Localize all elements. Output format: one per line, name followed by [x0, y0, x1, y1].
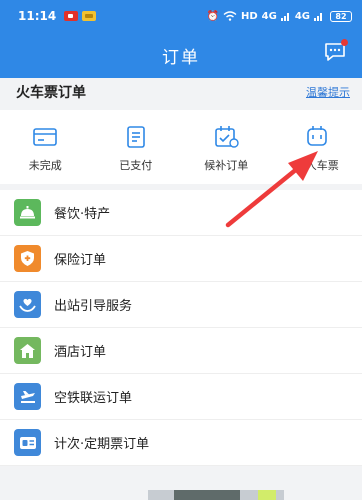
- status-bar: 11:14 ⏰ HD 4G 4G 82: [0, 0, 362, 32]
- status-time: 11:14: [18, 9, 57, 23]
- list-item-label: 计次·定期票订单: [54, 437, 150, 452]
- service-list: 餐饮·特产 保险订单 出站引导服务 酒店订单 空铁联运订单 计次·定期票订单: [0, 190, 362, 466]
- list-item-air-rail[interactable]: 空铁联运订单: [0, 374, 362, 420]
- alarm-icon: ⏰: [206, 10, 219, 22]
- list-item-hotel[interactable]: 酒店订单: [0, 328, 362, 374]
- shield-icon: [14, 245, 41, 272]
- train-ticket-icon: [306, 126, 327, 146]
- list-item-insurance[interactable]: 保险订单: [0, 236, 362, 282]
- signal2-label: 4G: [294, 10, 310, 22]
- status-item-unfinished[interactable]: 未完成: [0, 110, 91, 184]
- list-item-label: 出站引导服务: [54, 299, 133, 314]
- receipt-icon: [126, 126, 145, 148]
- status-item-waitlist[interactable]: 候补订单: [181, 110, 272, 184]
- list-item-exit-guide[interactable]: 出站引导服务: [0, 282, 362, 328]
- video-notification-icon: [64, 11, 79, 21]
- list-item-label: 保险订单: [54, 253, 107, 268]
- battery-level: 82: [335, 11, 347, 21]
- unread-dot: [341, 39, 348, 46]
- page-title: 订单: [162, 47, 200, 68]
- list-item-pass-orders[interactable]: 计次·定期票订单: [0, 420, 362, 466]
- message-button[interactable]: [324, 39, 348, 62]
- battery-icon: 82: [330, 10, 352, 22]
- list-item-label: 酒店订单: [54, 345, 107, 360]
- list-item-label: 餐饮·特产: [54, 207, 111, 222]
- list-item-catering[interactable]: 餐饮·特产: [0, 190, 362, 236]
- hotel-icon: [14, 337, 41, 364]
- hd-label: HD: [240, 10, 258, 22]
- food-bell-icon: [14, 199, 41, 226]
- heart-hands-icon: [14, 291, 41, 318]
- status-label: 候补订单: [204, 159, 249, 172]
- signal-icon-2: [314, 13, 322, 21]
- app-notification-icon: [82, 11, 97, 21]
- list-item-label: 空铁联运订单: [54, 391, 133, 406]
- status-label: 本人车票: [294, 159, 339, 172]
- section-title: 火车票订单: [16, 85, 86, 101]
- card-icon: [33, 128, 58, 146]
- bottom-banner-peek: [148, 490, 284, 500]
- wifi-icon: [223, 11, 237, 21]
- tips-link[interactable]: 温馨提示: [306, 84, 350, 100]
- signal-icon: [280, 13, 289, 21]
- status-label: 未完成: [28, 159, 62, 172]
- pass-card-icon: [14, 429, 41, 456]
- status-label: 已支付: [119, 159, 153, 172]
- app-header: 11:14 ⏰ HD 4G 4G 82 订单: [0, 0, 362, 78]
- calendar-check-icon: [215, 126, 239, 148]
- signal1-label: 4G: [261, 10, 277, 22]
- plane-train-icon: [14, 383, 41, 410]
- order-status-grid: 未完成 已支付 候补订单 本人车票: [0, 110, 362, 184]
- train-orders-header: 火车票订单 温馨提示: [0, 78, 362, 106]
- status-item-paid[interactable]: 已支付: [91, 110, 182, 184]
- status-indicators: ⏰ HD 4G 4G 82: [206, 10, 352, 22]
- title-bar: 订单: [0, 32, 362, 78]
- status-item-my-tickets[interactable]: 本人车票: [272, 110, 362, 184]
